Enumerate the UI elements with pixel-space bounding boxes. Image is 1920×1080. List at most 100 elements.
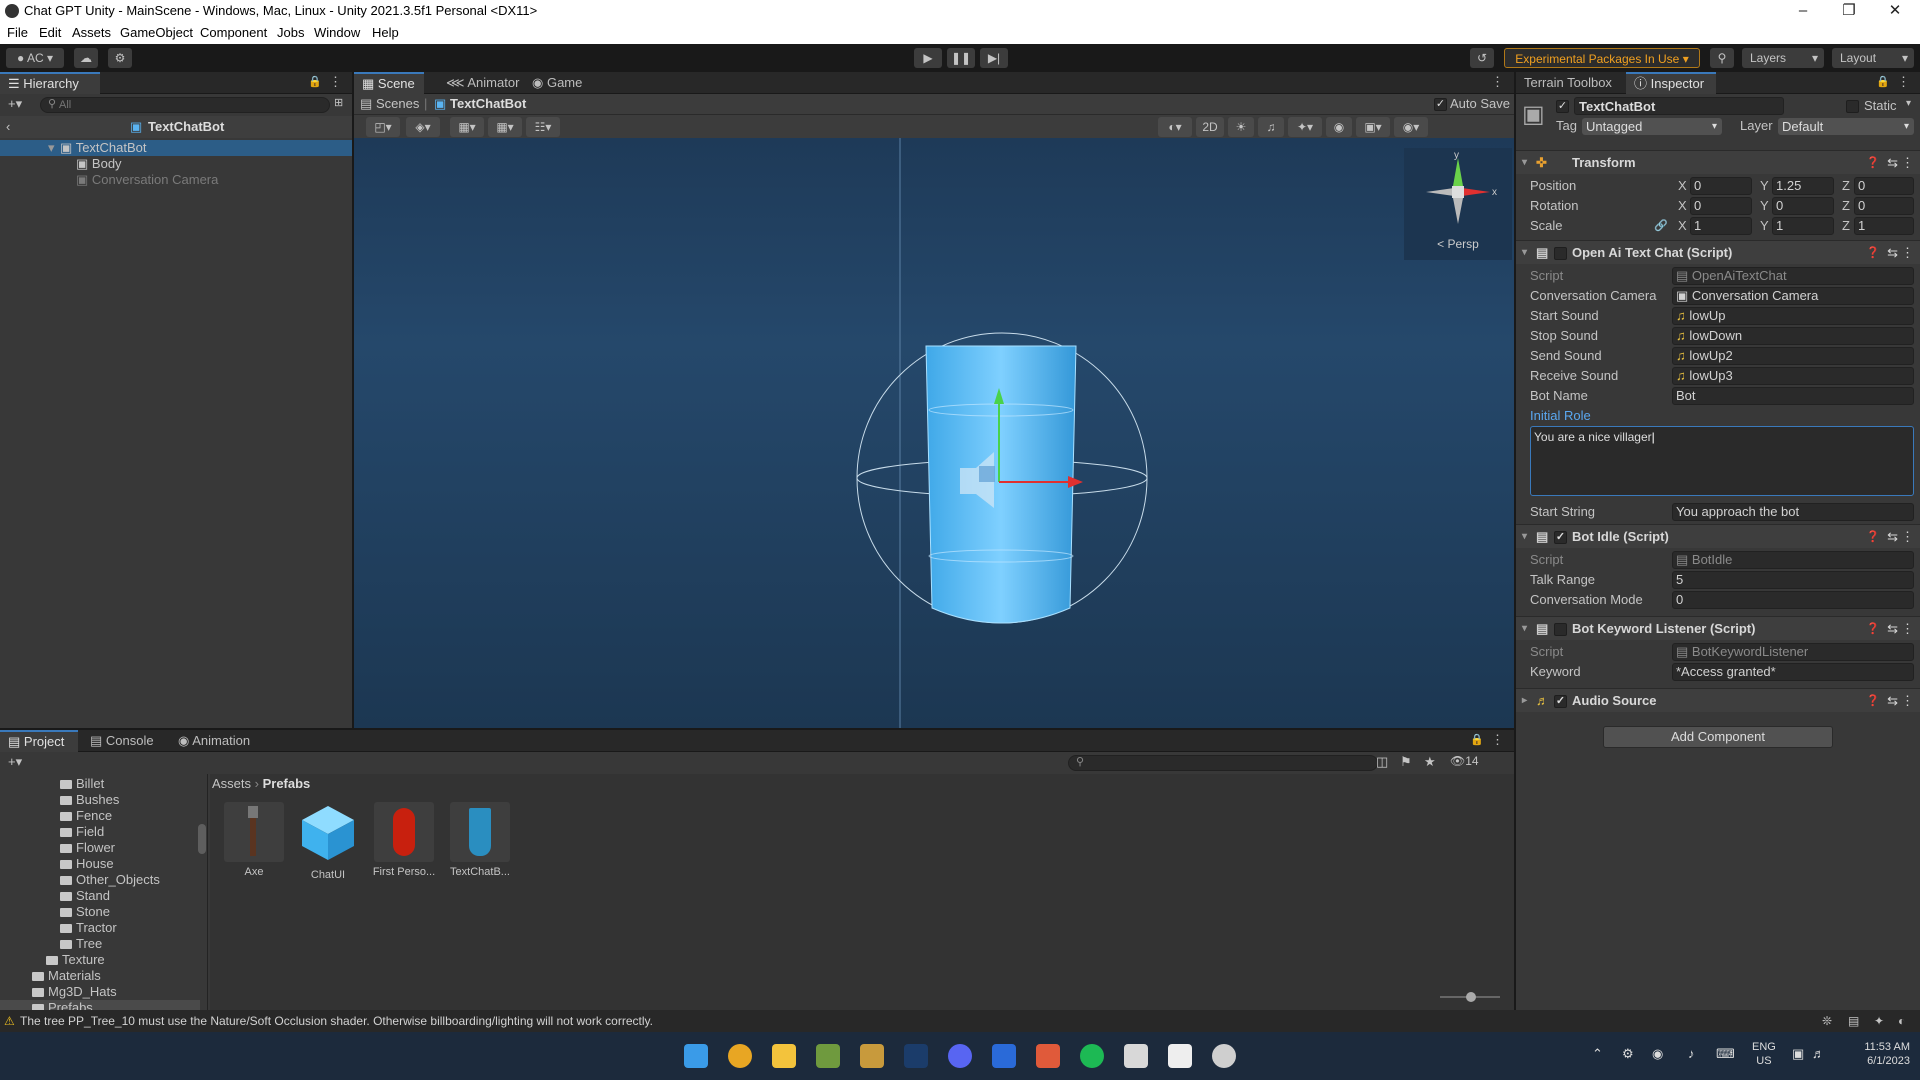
draw-mode-dropdown[interactable]: ◰▾ xyxy=(366,117,400,137)
constrain-proportions-icon[interactable]: 🔗 xyxy=(1654,216,1668,236)
preset-icon[interactable]: ⇆ xyxy=(1887,617,1898,641)
menu-assets[interactable]: Assets xyxy=(72,22,111,44)
menu-dots-icon[interactable]: ⋮ xyxy=(1491,732,1504,748)
folder-house[interactable]: House xyxy=(60,856,114,872)
talk-range-field[interactable]: 5 xyxy=(1672,571,1914,589)
folder-stone[interactable]: Stone xyxy=(60,904,110,920)
help-icon[interactable]: ❓ xyxy=(1866,241,1880,265)
position-x-field[interactable]: 0 xyxy=(1690,177,1752,195)
hierarchy-search-input[interactable] xyxy=(40,97,330,113)
volume-icon[interactable]: ♬ xyxy=(1812,1046,1825,1061)
breadcrumb-assets[interactable]: Assets xyxy=(212,776,251,791)
asset-chatui[interactable]: ChatUI xyxy=(296,802,360,882)
position-y-field[interactable]: 1.25 xyxy=(1772,177,1834,195)
grid-dropdown[interactable]: ▦▾ xyxy=(488,117,522,137)
y-cone-icon[interactable] xyxy=(1453,158,1463,186)
folder-flower[interactable]: Flower xyxy=(60,840,115,856)
breadcrumb-scenes[interactable]: Scenes xyxy=(376,94,419,114)
preset-icon[interactable]: ⇆ xyxy=(1887,525,1898,549)
tab-hierarchy[interactable]: ☰ Hierarchy xyxy=(0,72,100,94)
bot-idle-header[interactable]: ▾ ▤ ✓ Bot Idle (Script) ❓ ⇆ ⋮ xyxy=(1516,524,1920,548)
menu-edit[interactable]: Edit xyxy=(39,22,61,44)
tree-scrollbar[interactable] xyxy=(198,824,206,854)
play-button[interactable]: ▶ xyxy=(914,48,942,68)
lighting-toggle-icon[interactable]: ☀ xyxy=(1228,117,1254,137)
tray-steam-icon[interactable]: ⚙ xyxy=(1622,1046,1634,1062)
favorite-star-icon[interactable]: ★ xyxy=(1424,754,1436,770)
foldout-arrow-icon[interactable]: ▾ xyxy=(1522,151,1527,175)
tree-item-body[interactable]: ▣ Body xyxy=(0,156,122,172)
layer-dropdown[interactable]: Default ▾ xyxy=(1778,118,1914,135)
blender-launcher-icon[interactable] xyxy=(860,1044,884,1068)
autosave-checkbox[interactable]: ✓ xyxy=(1434,94,1447,114)
menu-dots-icon[interactable]: ⋮ xyxy=(1491,74,1504,90)
static-checkbox[interactable] xyxy=(1846,98,1859,114)
photos-icon[interactable] xyxy=(1036,1044,1060,1068)
lock-icon[interactable]: 🔒 xyxy=(1876,75,1890,88)
minecraft-icon[interactable] xyxy=(816,1044,840,1068)
cloud-icon[interactable]: ☁ xyxy=(74,48,98,68)
keyboard-icon[interactable]: ⌨ xyxy=(1716,1046,1735,1062)
tab-game[interactable]: ◉ Game xyxy=(524,72,590,94)
status-warning-text[interactable]: The tree PP_Tree_10 must use the Nature/… xyxy=(20,1010,653,1032)
menu-dots-icon[interactable]: ⋮ xyxy=(1901,617,1914,641)
collab-icon[interactable]: ⚙ xyxy=(108,48,132,68)
menu-dots-icon[interactable]: ⋮ xyxy=(329,74,342,90)
hidden-packages-toggle[interactable]: 👁14 xyxy=(1450,754,1479,768)
rotation-y-field[interactable]: 0 xyxy=(1772,197,1834,215)
history-icon[interactable]: ↺ xyxy=(1470,48,1494,68)
keyword-field[interactable]: *Access granted* xyxy=(1672,663,1914,681)
tab-terrain-toolbox[interactable]: Terrain Toolbox xyxy=(1516,72,1620,94)
preset-icon[interactable]: ⇆ xyxy=(1887,241,1898,265)
scale-x-field[interactable]: 1 xyxy=(1690,217,1752,235)
effects-dropdown[interactable]: ✦▾ xyxy=(1288,117,1322,137)
menu-help[interactable]: Help xyxy=(372,22,399,44)
tray-chevron-icon[interactable]: ⌃ xyxy=(1592,1046,1603,1062)
bug-icon[interactable]: ❊ xyxy=(1822,1010,1832,1032)
position-z-field[interactable]: 0 xyxy=(1854,177,1914,195)
menu-dots-icon[interactable]: ⋮ xyxy=(1897,74,1910,90)
debug-icon[interactable]: ✦ xyxy=(1874,1010,1884,1032)
folder-bushes[interactable]: Bushes xyxy=(60,792,119,808)
filter-label-icon[interactable]: ⚑ xyxy=(1400,754,1412,770)
enabled-checkbox[interactable] xyxy=(1554,617,1567,641)
scale-y-field[interactable]: 1 xyxy=(1772,217,1834,235)
language-indicator[interactable]: ENG US xyxy=(1752,1040,1776,1068)
close-icon[interactable]: ✕ xyxy=(1872,0,1918,22)
x-cone-icon[interactable] xyxy=(1462,188,1490,196)
unity-hub-icon[interactable] xyxy=(1124,1044,1148,1068)
folder-fence[interactable]: Fence xyxy=(60,808,112,824)
tab-animator[interactable]: ⋘ Animator xyxy=(438,72,527,94)
microphone-icon[interactable]: ♪ xyxy=(1688,1046,1695,1061)
progress-icon[interactable]: ◐ xyxy=(1898,1010,1905,1032)
lock-icon[interactable]: 🔒 xyxy=(1470,733,1484,746)
rotation-x-field[interactable]: 0 xyxy=(1690,197,1752,215)
shading-dropdown[interactable]: ◈▾ xyxy=(406,117,440,137)
foldout-arrow-icon[interactable]: ▸ xyxy=(1522,689,1527,713)
search-by-type-icon[interactable]: ◫ xyxy=(1376,754,1388,770)
folder-prefabs[interactable]: Prefabs xyxy=(0,1000,200,1010)
camera-dropdown[interactable]: ▣▾ xyxy=(1356,117,1390,137)
maximize-icon[interactable]: ❐ xyxy=(1826,0,1872,22)
active-checkbox[interactable]: ✓ xyxy=(1556,98,1569,114)
project-search-input[interactable] xyxy=(1068,755,1378,771)
unity-editor-icon[interactable] xyxy=(1168,1044,1192,1068)
script-field[interactable]: ▤ BotIdle xyxy=(1672,551,1914,569)
tag-dropdown[interactable]: Untagged ▾ xyxy=(1582,118,1722,135)
increment-snap-dropdown[interactable]: ☷▾ xyxy=(526,117,560,137)
menu-dots-icon[interactable]: ⋮ xyxy=(1901,689,1914,713)
initial-role-textarea[interactable]: You are a nice villager| xyxy=(1530,426,1914,496)
folder-tractor[interactable]: Tractor xyxy=(60,920,117,936)
menu-dots-icon[interactable]: ⋮ xyxy=(1901,525,1914,549)
asset-axe[interactable]: Axe xyxy=(222,802,286,882)
menu-dots-icon[interactable]: ⋮ xyxy=(1901,151,1914,175)
receive-sound-field[interactable]: ♫ lowUp3 xyxy=(1672,367,1914,385)
object-name-field[interactable] xyxy=(1574,97,1784,115)
back-arrow-icon[interactable]: ‹ xyxy=(6,119,10,134)
rotation-z-field[interactable]: 0 xyxy=(1854,197,1914,215)
preset-icon[interactable]: ⇆ xyxy=(1887,151,1898,175)
toggle-2d-button[interactable]: 2D xyxy=(1196,117,1224,137)
tab-project[interactable]: ▤ Project xyxy=(0,730,78,752)
static-dropdown-icon[interactable]: ▾ xyxy=(1906,98,1911,109)
breadcrumb-prefabs[interactable]: Prefabs xyxy=(263,776,311,791)
